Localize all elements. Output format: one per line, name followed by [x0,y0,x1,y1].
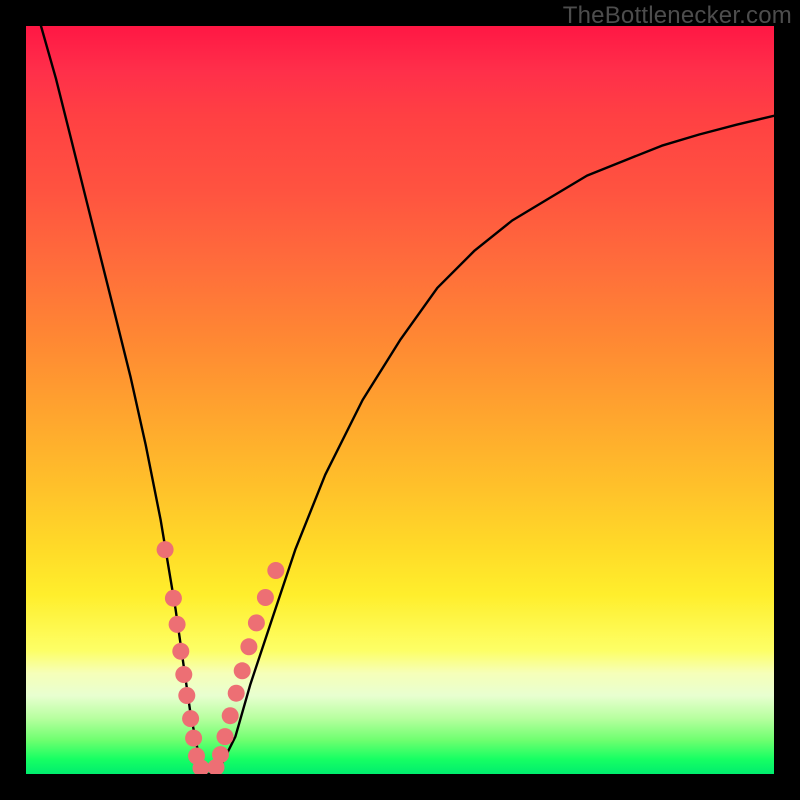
data-point [165,590,182,607]
data-point [217,728,234,745]
data-point [234,662,251,679]
bottleneck-curve [41,26,774,774]
data-point [248,614,265,631]
data-point [222,707,239,724]
curve-markers-right [208,562,285,774]
curve-markers-left [157,541,210,774]
data-point [228,685,245,702]
data-point [267,562,284,579]
data-point [257,589,274,606]
data-point [169,616,186,633]
plot-area [26,26,774,774]
data-point [157,541,174,558]
data-point [175,666,192,683]
watermark-text: TheBottlenecker.com [563,2,792,30]
data-point [178,687,195,704]
data-point [172,643,189,660]
data-point [185,730,202,747]
chart-frame: TheBottlenecker.com [0,0,800,800]
curve-layer [26,26,774,774]
data-point [240,638,257,655]
data-point [212,746,229,763]
data-point [182,710,199,727]
